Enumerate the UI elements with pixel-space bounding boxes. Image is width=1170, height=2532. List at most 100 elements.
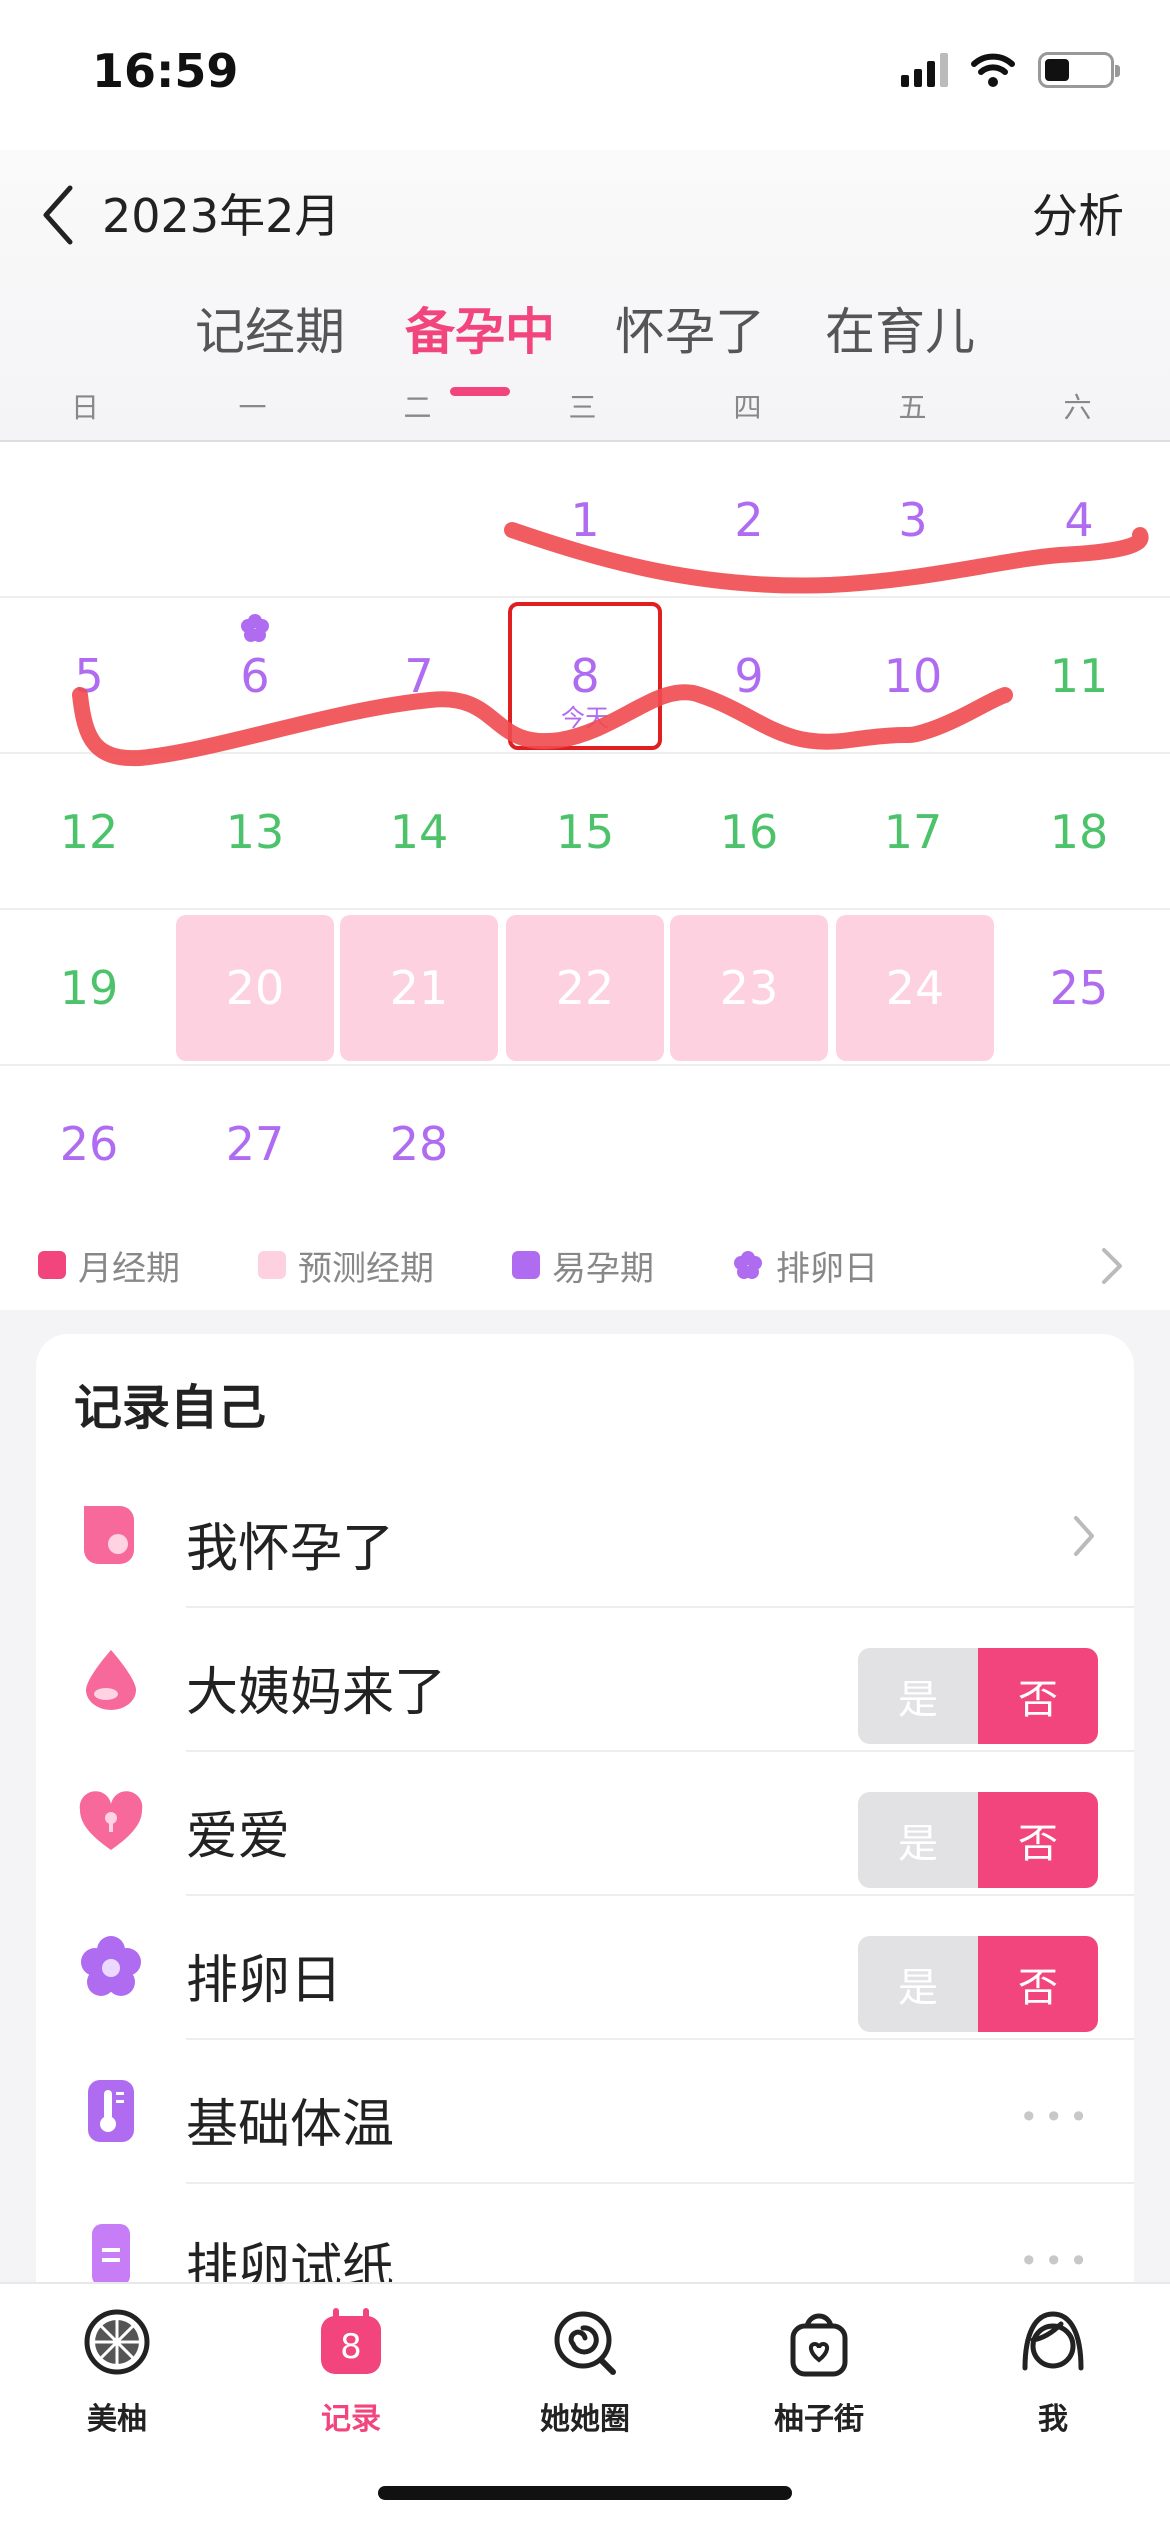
ovulation-flower-icon xyxy=(241,614,269,642)
status-time: 16:59 xyxy=(92,44,239,98)
weekday-label: 四 xyxy=(733,391,762,424)
heart-icon xyxy=(79,1791,143,1850)
weekday-label: 六 xyxy=(1063,391,1092,424)
calendar-week-row: 19 20 21 22 23 24 25 xyxy=(0,910,1170,1066)
tab-label: 她她圈 xyxy=(540,2402,630,2437)
today-highlight-box xyxy=(508,602,662,750)
chevron-right-icon[interactable] xyxy=(1068,1512,1098,1560)
weekday-label: 三 xyxy=(568,391,597,424)
calendar-day-predicted-period[interactable]: 22 xyxy=(506,915,664,1061)
toggle-no-button[interactable]: 否 xyxy=(978,1648,1098,1744)
yes-no-toggle: 是 否 xyxy=(858,1792,1098,1888)
calendar-day[interactable]: 18 xyxy=(1000,754,1158,910)
tab-label: 柚子街 xyxy=(774,2402,864,2437)
weekday-header: 日 一 二 三 四 五 六 xyxy=(0,386,1170,426)
blood-drop-icon xyxy=(86,1650,136,1710)
record-card-title: 记录自己 xyxy=(74,1380,267,1436)
calendar-day[interactable]: 13 xyxy=(176,754,334,910)
calendar-day-predicted-period[interactable]: 21 xyxy=(340,915,498,1061)
tab-parenting[interactable]: 在育儿 xyxy=(795,292,1005,364)
more-icon[interactable]: ••• xyxy=(1019,2098,1094,2136)
calendar-day[interactable]: 11 xyxy=(1000,598,1158,754)
calendar-legend: 月经期 预测经期 易孕期 排卵日 xyxy=(0,1220,1170,1310)
thermometer-icon xyxy=(88,2080,134,2142)
legend-swatch xyxy=(38,1251,66,1279)
calendar-day[interactable]: 1 xyxy=(506,442,664,598)
tab-label: 美柚 xyxy=(87,2402,147,2437)
toggle-no-button[interactable]: 否 xyxy=(978,1792,1098,1888)
calendar-day[interactable]: 26 xyxy=(10,1066,168,1222)
calendar-day[interactable]: 5 xyxy=(10,598,168,754)
calendar-day[interactable]: 16 xyxy=(670,754,828,910)
yes-no-toggle: 是 否 xyxy=(858,1936,1098,2032)
record-label: 爱爱 xyxy=(186,1807,291,1867)
calendar-week-row: 12 13 14 15 16 17 18 xyxy=(0,754,1170,910)
calendar-day[interactable]: 19 xyxy=(10,910,168,1066)
tab-meiyou[interactable]: 美柚 xyxy=(0,2304,234,2438)
legend-label: 月经期 xyxy=(78,1248,180,1289)
chevron-right-icon[interactable] xyxy=(1096,1244,1126,1288)
calendar-day[interactable]: 2 xyxy=(670,442,828,598)
calendar-day[interactable]: 4 xyxy=(1000,442,1158,598)
calendar-grid: 1 2 3 4 5 6 7 8 今天 9 10 11 12 13 14 15 1… xyxy=(0,440,1170,1220)
tab-me[interactable]: 我 xyxy=(936,2304,1170,2438)
shopping-bag-icon xyxy=(790,2313,848,2377)
toggle-yes-button[interactable]: 是 xyxy=(858,1792,978,1888)
record-label: 排卵日 xyxy=(186,1951,343,2011)
home-indicator xyxy=(378,2486,792,2500)
calendar-day-predicted-period[interactable]: 23 xyxy=(670,915,828,1061)
toggle-yes-button[interactable]: 是 xyxy=(858,1936,978,2032)
weekday-label: 一 xyxy=(238,391,267,424)
legend-ovulation-day: 排卵日 xyxy=(732,1241,878,1290)
tab-trying-to-conceive[interactable]: 备孕中 xyxy=(375,292,585,364)
calendar-day[interactable]: 3 xyxy=(834,442,992,598)
toggle-no-button[interactable]: 否 xyxy=(978,1936,1098,2032)
record-row-intimacy: 爱爱 是 否 xyxy=(36,1752,1134,1896)
tab-shop[interactable]: 柚子街 xyxy=(702,2304,936,2438)
test-strip-icon xyxy=(92,2224,130,2286)
mode-tabs: 记经期 备孕中 怀孕了 在育儿 xyxy=(0,292,1170,364)
calendar-day[interactable]: 14 xyxy=(340,754,498,910)
weekday-label: 日 xyxy=(70,391,99,424)
tab-pregnant[interactable]: 怀孕了 xyxy=(585,292,795,364)
tab-period[interactable]: 记经期 xyxy=(165,292,375,364)
calendar-day-number: 6 xyxy=(240,649,270,703)
battery-icon xyxy=(1038,52,1120,88)
yes-no-toggle: 是 否 xyxy=(858,1648,1098,1744)
month-title[interactable]: 2023年2月 xyxy=(102,180,340,246)
calendar-day[interactable]: 7 xyxy=(340,598,498,754)
calendar-day-predicted-period[interactable]: 20 xyxy=(176,915,334,1061)
legend-swatch xyxy=(512,1251,540,1279)
flower-icon xyxy=(81,1936,141,1996)
calendar-header: 2023年2月 分析 记经期 备孕中 怀孕了 在育儿 日 一 二 三 四 五 六 xyxy=(0,150,1170,440)
record-row-ovulation-day: 排卵日 是 否 xyxy=(36,1896,1134,2040)
record-row-pregnant[interactable]: 我怀孕了 xyxy=(36,1464,1134,1608)
legend-label: 易孕期 xyxy=(552,1248,654,1289)
calendar-day[interactable]: 12 xyxy=(10,754,168,910)
legend-period: 月经期 xyxy=(38,1241,180,1290)
record-row-basal-temperature[interactable]: 基础体温 ••• xyxy=(36,2040,1134,2184)
back-arrow-icon[interactable] xyxy=(34,180,84,250)
calendar-day[interactable]: 10 xyxy=(834,598,992,754)
calendar-day[interactable]: 17 xyxy=(834,754,992,910)
tab-label: 我 xyxy=(1038,2402,1068,2437)
calendar-week-row: 1 2 3 4 xyxy=(0,442,1170,598)
weekday-label: 二 xyxy=(403,391,432,424)
calendar-day[interactable]: 28 xyxy=(340,1066,498,1222)
toggle-yes-button[interactable]: 是 xyxy=(858,1648,978,1744)
calendar-day[interactable]: 25 xyxy=(1000,910,1158,1066)
tab-record[interactable]: 8 记录 xyxy=(234,2304,468,2438)
cellular-signal-icon xyxy=(901,53,948,87)
calendar-day-predicted-period[interactable]: 24 xyxy=(836,915,994,1061)
legend-label: 排卵日 xyxy=(776,1248,878,1289)
more-icon[interactable]: ••• xyxy=(1019,2242,1094,2280)
calendar-day-ovulation[interactable]: 6 xyxy=(176,598,334,754)
wifi-icon xyxy=(971,53,1015,87)
analyze-button[interactable]: 分析 xyxy=(1032,180,1124,246)
tab-community[interactable]: 她她圈 xyxy=(468,2304,702,2438)
calendar-day[interactable]: 9 xyxy=(670,598,828,754)
calendar-day[interactable]: 27 xyxy=(176,1066,334,1222)
calendar-day[interactable]: 15 xyxy=(506,754,664,910)
record-label: 大姨妈来了 xyxy=(186,1663,447,1723)
ovulation-flower-icon xyxy=(734,1251,762,1279)
